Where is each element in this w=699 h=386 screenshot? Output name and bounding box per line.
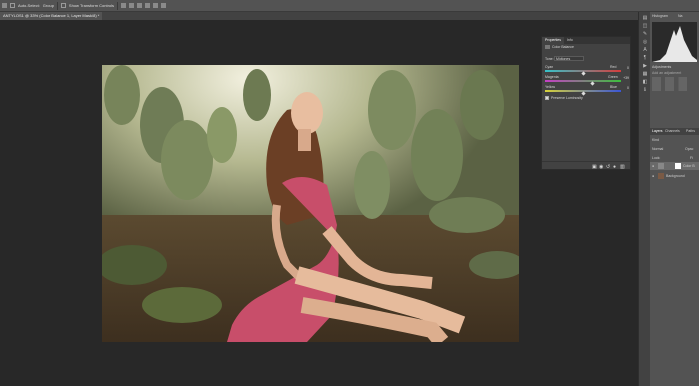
layer-row-color-balance[interactable]: ● Color B xyxy=(650,162,699,170)
layer-mask-thumb[interactable] xyxy=(675,163,681,169)
adjustments-title: Adjustments xyxy=(652,65,672,69)
layer-name[interactable]: Color B xyxy=(683,164,695,168)
panel-icon-strip: ▤ ◫ ✎ ◎ A ¶ ▶ ▦ ◧ ℹ xyxy=(638,12,650,386)
slider-yellow-blue[interactable] xyxy=(545,90,621,96)
tab-properties[interactable]: Properties xyxy=(542,37,564,44)
align-top-icon[interactable] xyxy=(145,3,151,8)
histogram-shape xyxy=(652,26,697,62)
align-right-icon[interactable] xyxy=(137,3,143,8)
align-middle-icon[interactable] xyxy=(153,3,159,8)
paragraph-icon[interactable]: ¶ xyxy=(642,56,648,61)
visibility-icon[interactable]: ● xyxy=(613,164,616,170)
slider-value-cyan-red[interactable]: 0 xyxy=(622,66,629,70)
history-icon[interactable]: ▤ xyxy=(642,16,648,21)
layer-name[interactable]: Background xyxy=(666,174,685,178)
properties-tab-bar: Properties Info xyxy=(542,37,630,44)
swatches-icon[interactable]: ▦ xyxy=(642,72,648,77)
tab-channels[interactable]: Channels xyxy=(665,129,680,133)
align-bottom-icon[interactable] xyxy=(161,3,167,8)
options-divider xyxy=(56,1,58,10)
lock-label: Lock: xyxy=(652,156,661,160)
adjustment-icons-grid[interactable] xyxy=(652,77,696,91)
view-previous-icon[interactable]: ◉ xyxy=(599,164,603,170)
tone-dropdown[interactable]: Midtones xyxy=(554,56,584,61)
brush-preset-icon[interactable]: ✎ xyxy=(642,32,648,37)
reset-icon[interactable]: ↺ xyxy=(606,164,610,170)
character-icon[interactable]: A xyxy=(642,48,648,53)
auto-select-checkbox[interactable] xyxy=(10,3,15,8)
layers-tab-bar: Layers Channels Paths xyxy=(650,128,699,135)
slider-cyan-red[interactable] xyxy=(545,70,621,76)
slider-magenta-green[interactable] xyxy=(545,80,621,86)
slider-left-label-magenta: Magenta xyxy=(545,75,559,79)
slider-value-yellow-blue[interactable]: 0 xyxy=(622,86,629,90)
tab-histogram[interactable]: Histogram xyxy=(652,14,668,18)
slider-right-label-green: Green xyxy=(608,75,618,79)
styles-icon[interactable]: ◧ xyxy=(642,80,648,85)
tone-value: Midtones xyxy=(556,57,571,61)
slider-knob[interactable] xyxy=(580,71,586,76)
delete-icon[interactable]: ▥ xyxy=(620,164,625,170)
layer-visibility-icon[interactable]: ● xyxy=(652,174,654,178)
slider-right-label-red: Red xyxy=(610,65,617,69)
properties-header: Color Balance xyxy=(552,45,574,49)
clone-source-icon[interactable]: ◎ xyxy=(642,40,648,45)
layer-thumb xyxy=(658,173,664,179)
slider-right-label-blue: Blue xyxy=(610,85,618,89)
tab-info[interactable]: Info xyxy=(564,37,576,44)
properties-footer: ▣ ◉ ↺ ● ▥ xyxy=(542,161,630,170)
layer-visibility-icon[interactable]: ● xyxy=(652,164,654,168)
properties-icon[interactable]: ◫ xyxy=(642,24,648,29)
properties-panel: Properties Info Color Balance Tone: Midt… xyxy=(541,36,631,170)
align-left-icon[interactable] xyxy=(121,3,127,8)
slider-left-label-yellow: Yellow xyxy=(545,85,555,89)
canvas-photo[interactable] xyxy=(102,65,519,342)
document-tab-bar: ANTYLOS1 @ 33% (Color Balance 1, Layer M… xyxy=(0,12,638,20)
clip-to-layer-icon[interactable]: ▣ xyxy=(592,164,597,170)
adjustments-hint: Add an adjustment xyxy=(652,71,682,75)
blend-mode-dropdown[interactable]: Normal xyxy=(652,147,663,151)
preserve-luminosity-checkbox[interactable] xyxy=(545,96,549,100)
group-dropdown[interactable]: Group xyxy=(43,3,54,8)
tone-label: Tone: xyxy=(545,57,554,61)
slider-knob[interactable] xyxy=(589,81,595,86)
transform-controls-checkbox[interactable] xyxy=(60,3,66,8)
align-center-icon[interactable] xyxy=(129,3,135,8)
slider-left-label-cyan: Cyan xyxy=(545,65,554,69)
adjustment-layer-thumb xyxy=(658,163,664,169)
layer-filter-kind[interactable]: Kind xyxy=(652,138,659,142)
slider-value-magenta-green[interactable]: +39 xyxy=(622,76,629,80)
photo-image xyxy=(102,65,519,342)
layer-row-background[interactable]: ● Background xyxy=(650,172,699,180)
fill-label: Fi xyxy=(690,156,693,160)
document-tab[interactable]: ANTYLOS1 @ 33% (Color Balance 1, Layer M… xyxy=(0,12,103,20)
right-dock: Histogram Na Adjustments Add an adjustme… xyxy=(650,12,699,386)
color-balance-icon xyxy=(545,45,550,49)
actions-icon[interactable]: ▶ xyxy=(642,64,648,69)
auto-select-label: Auto-Select: xyxy=(18,3,40,8)
move-tool-icon[interactable] xyxy=(2,3,7,8)
slider-knob[interactable] xyxy=(580,91,586,96)
transform-controls-label: Show Transform Controls xyxy=(68,3,115,8)
options-divider xyxy=(117,1,119,10)
preserve-luminosity-label: Preserve Luminosity xyxy=(551,96,583,100)
info-icon[interactable]: ℹ xyxy=(642,88,648,93)
options-bar: Auto-Select: Group Show Transform Contro… xyxy=(0,0,699,12)
opacity-label: Opac xyxy=(685,147,694,151)
histogram-graph xyxy=(652,22,697,62)
tab-layers[interactable]: Layers xyxy=(652,129,663,133)
tab-navigator[interactable]: Na xyxy=(678,14,682,18)
tab-paths[interactable]: Paths xyxy=(686,129,695,133)
